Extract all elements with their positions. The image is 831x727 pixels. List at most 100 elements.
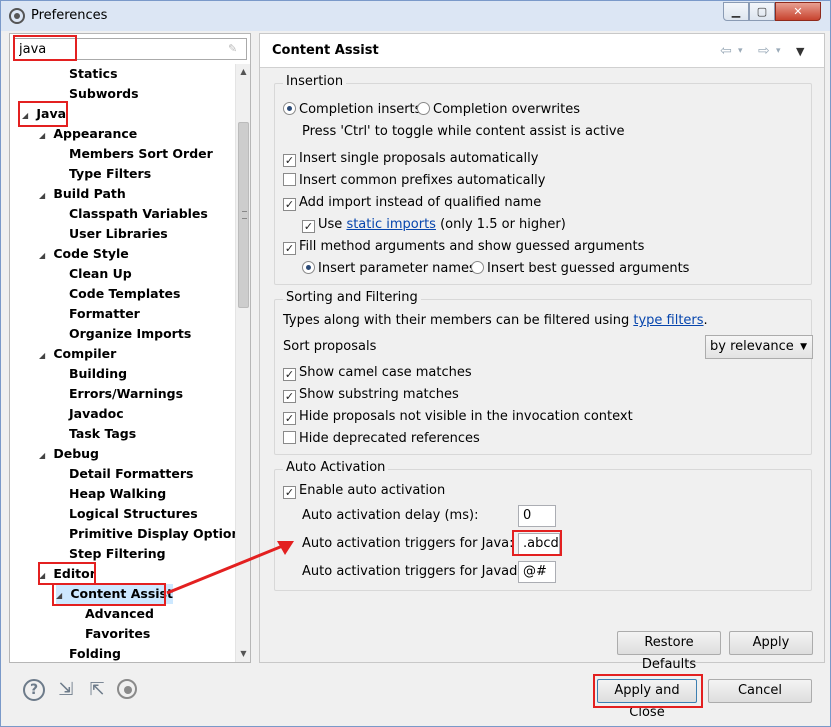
- hide-deprecated-checkbox[interactable]: Hide deprecated references: [283, 429, 480, 449]
- expanded-icon[interactable]: ◢: [39, 186, 49, 206]
- camel-case-checkbox[interactable]: ✓ Show camel case matches: [283, 363, 472, 383]
- scroll-thumb[interactable]: [238, 122, 249, 308]
- scroll-down-icon[interactable]: ▼: [236, 646, 250, 662]
- enable-auto-activation-checkbox[interactable]: ✓ Enable auto activation: [283, 481, 445, 501]
- clear-filter-icon[interactable]: ✎: [228, 42, 242, 56]
- sort-proposals-select[interactable]: by relevance ▼: [705, 335, 813, 359]
- apply-and-close-button[interactable]: Apply and Close: [597, 679, 697, 720]
- maximize-button[interactable]: ▢: [749, 2, 775, 21]
- radio-selected-icon[interactable]: [283, 102, 296, 115]
- expanded-icon[interactable]: ◢: [39, 126, 49, 146]
- checkbox-checked-icon[interactable]: ✓: [283, 242, 296, 255]
- dropdown-arrow-icon: ▼: [800, 342, 807, 352]
- tree-item-javadoc[interactable]: Javadoc: [69, 404, 124, 424]
- tree-item-advanced[interactable]: Advanced: [85, 604, 154, 624]
- back-menu-icon[interactable]: ▾: [738, 46, 743, 56]
- tree-item-debug[interactable]: ◢ Debug: [39, 444, 99, 464]
- radio-icon[interactable]: [417, 102, 430, 115]
- scroll-up-icon[interactable]: ▲: [236, 64, 250, 80]
- tree-item-appearance[interactable]: ◢ Appearance: [39, 124, 137, 144]
- tree-item-user-libraries[interactable]: User Libraries: [69, 224, 168, 244]
- tree-item-compiler[interactable]: ◢ Compiler: [39, 344, 116, 364]
- tree-item-code-templates[interactable]: Code Templates: [69, 284, 180, 304]
- tree-item-members-sort-order[interactable]: Members Sort Order: [69, 144, 213, 164]
- checkbox-checked-icon[interactable]: ✓: [283, 368, 296, 381]
- completion-inserts-radio[interactable]: Completion inserts: [283, 100, 421, 120]
- expanded-icon[interactable]: ◢: [39, 246, 49, 266]
- checkbox-checked-icon[interactable]: ✓: [283, 154, 296, 167]
- tree-item-statics[interactable]: Statics: [69, 64, 118, 84]
- tree-item-organize-imports[interactable]: Organize Imports: [69, 324, 191, 344]
- completion-overwrites-radio[interactable]: Completion overwrites: [417, 100, 580, 120]
- tree-item-heap-walking[interactable]: Heap Walking: [69, 484, 166, 504]
- tree-item-editor[interactable]: ◢ Editor: [39, 564, 96, 584]
- insertion-group: Insertion Completion inserts Completion …: [274, 74, 812, 285]
- close-button[interactable]: ✕: [775, 2, 821, 21]
- javadoc-triggers-input[interactable]: @#: [518, 561, 556, 583]
- insert-single-checkbox[interactable]: ✓ Insert single proposals automatically: [283, 149, 538, 169]
- expanded-icon[interactable]: ◢: [39, 566, 49, 586]
- tree-item-task-tags[interactable]: Task Tags: [69, 424, 136, 444]
- checkbox-checked-icon[interactable]: ✓: [283, 198, 296, 211]
- radio-selected-icon[interactable]: [302, 261, 315, 274]
- minimize-button[interactable]: ▁: [723, 2, 749, 21]
- expanded-icon[interactable]: ◢: [39, 446, 49, 466]
- checkbox-checked-icon[interactable]: ✓: [283, 486, 296, 499]
- tree-item-building[interactable]: Building: [69, 364, 127, 384]
- back-icon[interactable]: ⇦: [720, 43, 732, 59]
- tree-item-folding[interactable]: Folding: [69, 644, 121, 662]
- record-icon[interactable]: [117, 679, 137, 699]
- tree-item-errors-warnings[interactable]: Errors/Warnings: [69, 384, 183, 404]
- import-icon[interactable]: ⇲: [55, 679, 77, 701]
- java-triggers-input[interactable]: .abcd: [518, 533, 560, 555]
- substring-checkbox[interactable]: ✓ Show substring matches: [283, 385, 459, 405]
- add-import-checkbox[interactable]: ✓ Add import instead of qualified name: [283, 193, 541, 213]
- insert-parameter-names-radio[interactable]: Insert parameter names: [302, 259, 476, 279]
- tree-item-detail-formatters[interactable]: Detail Formatters: [69, 464, 193, 484]
- page-header: Content Assist ⇦ ▾ ⇨ ▾ ▼: [260, 34, 824, 68]
- tree-item-step-filtering[interactable]: Step Filtering: [69, 544, 166, 564]
- view-menu-icon[interactable]: ▼: [796, 45, 804, 58]
- checkbox-checked-icon[interactable]: ✓: [302, 220, 315, 233]
- tree-item-classpath-variables[interactable]: Classpath Variables: [69, 204, 208, 224]
- tree-item-formatter[interactable]: Formatter: [69, 304, 140, 324]
- static-imports-link[interactable]: static imports: [346, 217, 436, 232]
- apply-button[interactable]: Apply: [729, 631, 813, 655]
- tree-item-type-filters[interactable]: Type Filters: [69, 164, 151, 184]
- help-icon[interactable]: ?: [23, 679, 45, 701]
- tree-item-logical-structures[interactable]: Logical Structures: [69, 504, 198, 524]
- checkbox-icon[interactable]: [283, 173, 296, 186]
- forward-icon[interactable]: ⇨: [758, 43, 770, 59]
- radio-icon[interactable]: [471, 261, 484, 274]
- fill-arguments-checkbox[interactable]: ✓ Fill method arguments and show guessed …: [283, 237, 644, 257]
- checkbox-checked-icon[interactable]: ✓: [283, 412, 296, 425]
- page-title: Content Assist: [272, 43, 379, 58]
- tree-item-clean-up[interactable]: Clean Up: [69, 264, 132, 284]
- expanded-icon[interactable]: ◢: [39, 346, 49, 366]
- tree-item-favorites[interactable]: Favorites: [85, 624, 150, 644]
- filter-field[interactable]: ✎: [14, 38, 247, 60]
- tree-item-java[interactable]: ◢ Java: [22, 104, 66, 124]
- filter-input[interactable]: [17, 40, 217, 58]
- tree-item-subwords[interactable]: Subwords: [69, 84, 139, 104]
- export-icon[interactable]: ⇱: [86, 679, 108, 701]
- forward-menu-icon[interactable]: ▾: [776, 46, 781, 56]
- hide-not-visible-checkbox[interactable]: ✓ Hide proposals not visible in the invoc…: [283, 407, 633, 427]
- tree-item-build-path[interactable]: ◢ Build Path: [39, 184, 126, 204]
- type-filters-link[interactable]: type filters: [633, 313, 703, 328]
- cancel-button[interactable]: Cancel: [708, 679, 812, 703]
- preference-page: Content Assist ⇦ ▾ ⇨ ▾ ▼ Insertion Compl…: [259, 33, 825, 672]
- sorting-group-label: Sorting and Filtering: [283, 290, 421, 305]
- use-static-imports-checkbox[interactable]: ✓ Use static imports (only 1.5 or higher): [302, 215, 566, 235]
- checkbox-icon[interactable]: [283, 431, 296, 444]
- insert-best-guessed-radio[interactable]: Insert best guessed arguments: [471, 259, 689, 279]
- restore-defaults-button[interactable]: Restore Defaults: [617, 631, 721, 672]
- checkbox-checked-icon[interactable]: ✓: [283, 390, 296, 403]
- tree-item-content-assist[interactable]: ◢ Content Assist: [56, 584, 173, 604]
- insert-common-checkbox[interactable]: Insert common prefixes automatically: [283, 171, 546, 191]
- preferences-window: Preferences ▁ ▢ ✕ ✎ Statics Subwords ◢ J…: [0, 0, 831, 727]
- delay-input[interactable]: 0: [518, 505, 556, 527]
- tree-item-code-style[interactable]: ◢ Code Style: [39, 244, 129, 264]
- expanded-icon[interactable]: ◢: [22, 106, 32, 126]
- expanded-icon[interactable]: ◢: [56, 586, 66, 606]
